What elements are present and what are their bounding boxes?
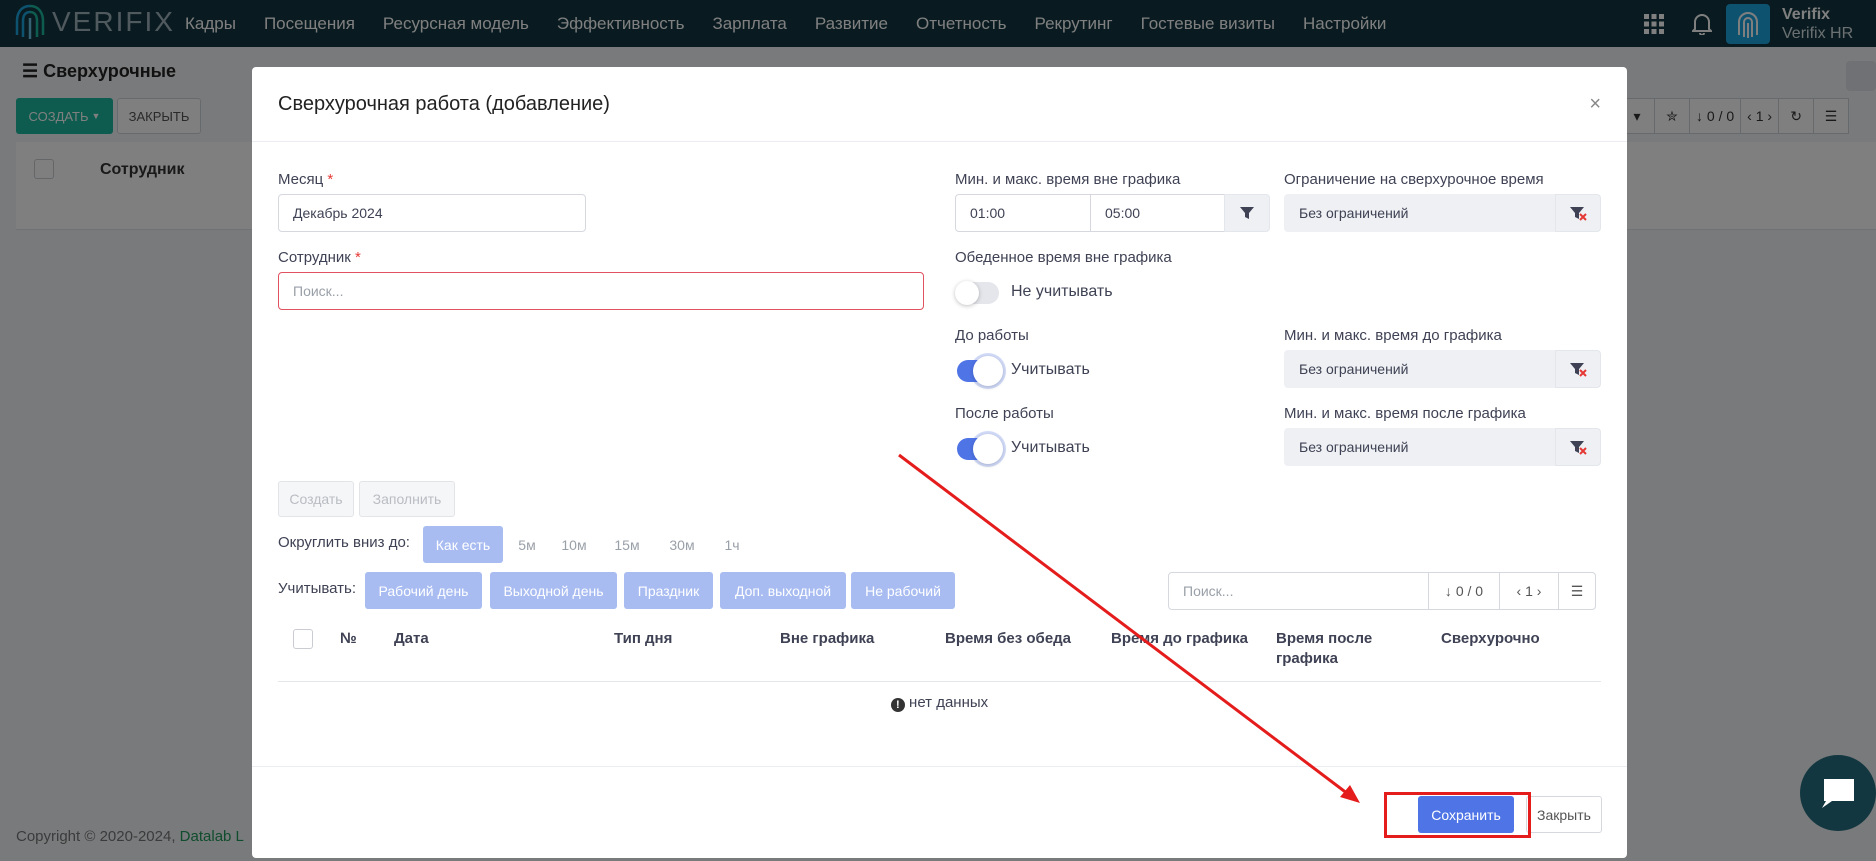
annotation-highlight-box bbox=[1384, 792, 1531, 838]
chat-icon bbox=[1822, 779, 1854, 808]
chat-widget-button[interactable] bbox=[1800, 755, 1876, 831]
annotation-arrow bbox=[898, 453, 1360, 803]
